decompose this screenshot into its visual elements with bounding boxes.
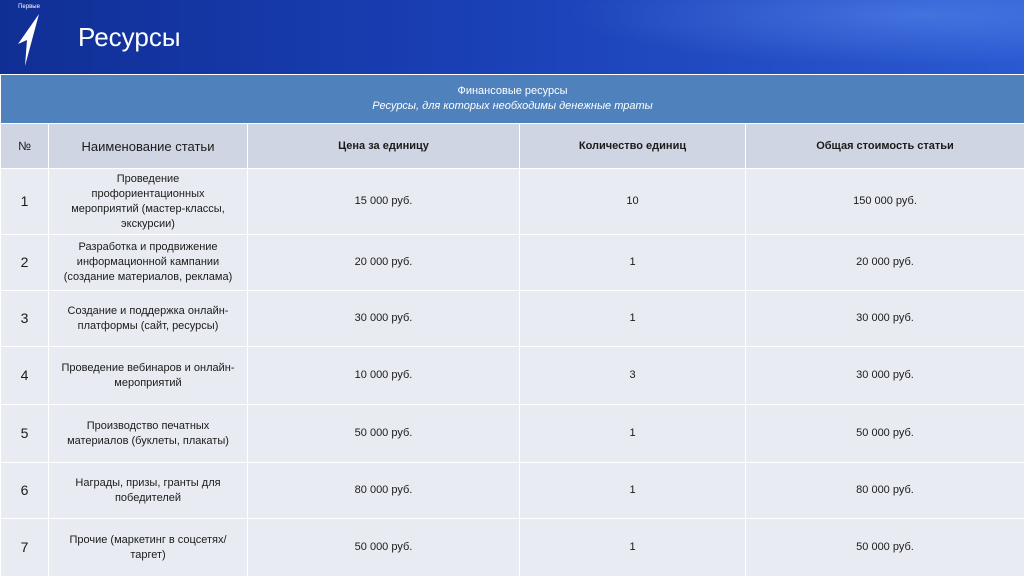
row-total: 20 000 руб. xyxy=(746,235,1024,291)
row-number: 6 xyxy=(1,463,49,519)
row-number: 5 xyxy=(1,405,49,463)
row-price: 80 000 руб. xyxy=(248,463,520,519)
row-price: 50 000 руб. xyxy=(248,405,520,463)
row-price: 20 000 руб. xyxy=(248,235,520,291)
logo-arrow-icon xyxy=(18,14,40,66)
row-name: Прочие (маркетинг в соцсетях/таргет) xyxy=(49,519,248,577)
row-quantity: 1 xyxy=(520,235,746,291)
row-total: 30 000 руб. xyxy=(746,347,1024,405)
section-subtitle: Ресурсы, для которых необходимы денежные… xyxy=(7,99,1018,114)
page-title: Ресурсы xyxy=(78,22,181,52)
table-row: 4 Проведение вебинаров и онлайн-мероприя… xyxy=(1,347,1024,405)
table-row: 5 Производство печатных материалов (букл… xyxy=(1,405,1024,463)
row-total: 30 000 руб. xyxy=(746,291,1024,347)
logo: Первые xyxy=(12,4,46,68)
col-header-number: № xyxy=(1,124,49,169)
row-name: Проведение профориентационных мероприяти… xyxy=(49,169,248,235)
row-price: 15 000 руб. xyxy=(248,169,520,235)
logo-text: Первые xyxy=(12,4,46,11)
row-quantity: 1 xyxy=(520,405,746,463)
header-bar: Первые Ресурсы xyxy=(0,0,1024,74)
table-row: 1 Проведение профориентационных мероприя… xyxy=(1,169,1024,235)
table-row: 2 Разработка и продвижение информационно… xyxy=(1,235,1024,291)
row-total: 150 000 руб. xyxy=(746,169,1024,235)
row-number: 7 xyxy=(1,519,49,577)
row-name: Создание и поддержка онлайн-платформы (с… xyxy=(49,291,248,347)
row-total: 80 000 руб. xyxy=(746,463,1024,519)
row-quantity: 1 xyxy=(520,463,746,519)
section-title: Финансовые ресурсы xyxy=(457,85,567,97)
row-total: 50 000 руб. xyxy=(746,519,1024,577)
resources-table: Финансовые ресурсы Ресурсы, для которых … xyxy=(0,74,1024,577)
table-row: 3 Создание и поддержка онлайн-платформы … xyxy=(1,291,1024,347)
row-price: 30 000 руб. xyxy=(248,291,520,347)
row-name: Проведение вебинаров и онлайн-мероприяти… xyxy=(49,347,248,405)
row-quantity: 1 xyxy=(520,291,746,347)
col-header-name: Наименование статьи xyxy=(49,124,248,169)
row-price: 10 000 руб. xyxy=(248,347,520,405)
row-total: 50 000 руб. xyxy=(746,405,1024,463)
row-name: Награды, призы, гранты для победителей xyxy=(49,463,248,519)
col-header-total: Общая стоимость статьи xyxy=(746,124,1024,169)
row-name: Производство печатных материалов (буклет… xyxy=(49,405,248,463)
row-quantity: 10 xyxy=(520,169,746,235)
row-number: 2 xyxy=(1,235,49,291)
table-row: 6 Награды, призы, гранты для победителей… xyxy=(1,463,1024,519)
row-number: 3 xyxy=(1,291,49,347)
row-price: 50 000 руб. xyxy=(248,519,520,577)
section-row: Финансовые ресурсы Ресурсы, для которых … xyxy=(1,75,1024,124)
slide: Первые Ресурсы Финансовые ресурсы Ресурс… xyxy=(0,0,1024,574)
section-cell: Финансовые ресурсы Ресурсы, для которых … xyxy=(1,75,1024,124)
row-name: Разработка и продвижение информационной … xyxy=(49,235,248,291)
row-number: 1 xyxy=(1,169,49,235)
col-header-quantity: Количество единиц xyxy=(520,124,746,169)
row-quantity: 3 xyxy=(520,347,746,405)
header-row: № Наименование статьи Цена за единицу Ко… xyxy=(1,124,1024,169)
col-header-price: Цена за единицу xyxy=(248,124,520,169)
table-row: 7 Прочие (маркетинг в соцсетях/таргет) 5… xyxy=(1,519,1024,577)
row-quantity: 1 xyxy=(520,519,746,577)
row-number: 4 xyxy=(1,347,49,405)
